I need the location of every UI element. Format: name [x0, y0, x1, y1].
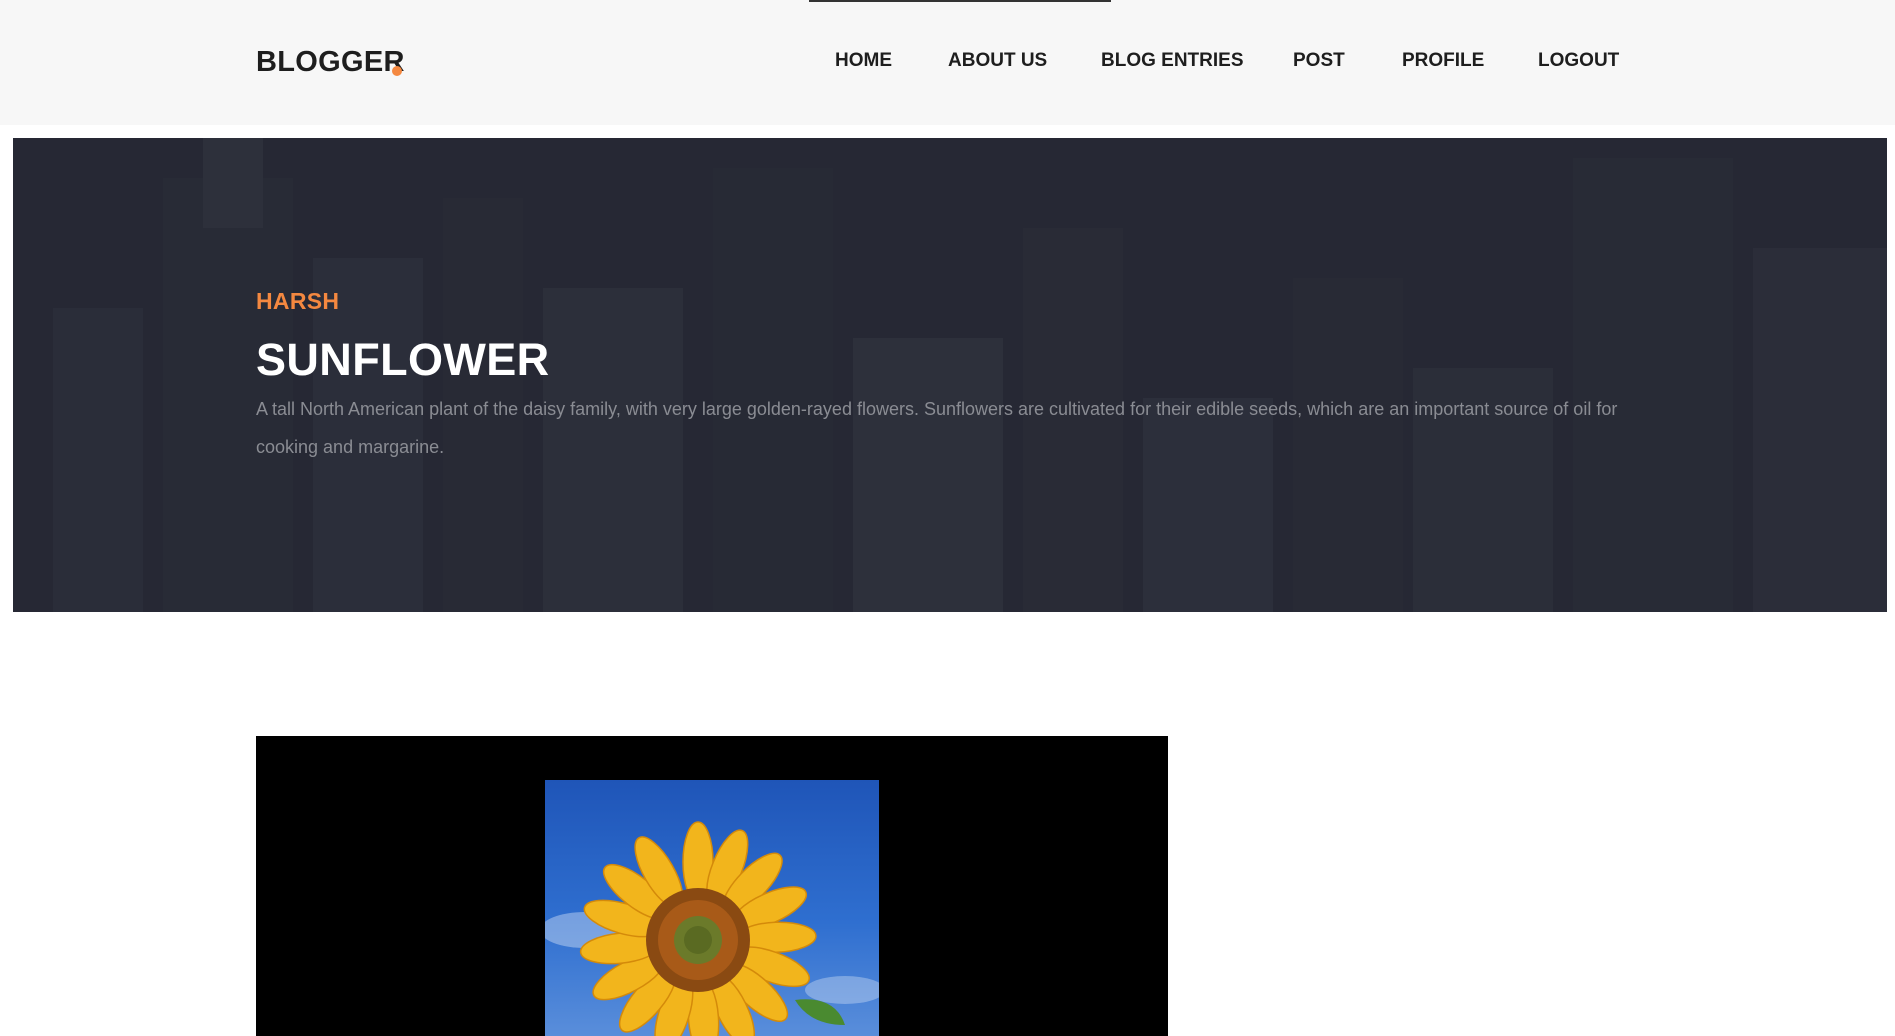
site-header: BLOGGER HOME ABOUT US BLOG ENTRIES POST …: [0, 0, 1895, 125]
brand-dot-icon: [392, 66, 402, 76]
nav-post[interactable]: POST: [1293, 50, 1345, 72]
nav-home[interactable]: HOME: [835, 50, 892, 72]
brand-logo[interactable]: BLOGGER: [256, 46, 405, 79]
nav-blog-entries[interactable]: BLOG ENTRIES: [1101, 50, 1244, 72]
hero-banner: HARSH SUNFLOWER A tall North American pl…: [13, 138, 1887, 612]
sunflower-icon: [545, 821, 879, 1036]
nav-profile[interactable]: PROFILE: [1402, 50, 1484, 72]
post-author[interactable]: HARSH: [256, 288, 339, 315]
nav-about-us[interactable]: ABOUT US: [948, 50, 1047, 72]
post-title: SUNFLOWER: [256, 334, 550, 385]
top-indicator-line: [809, 0, 1111, 2]
post-description: A tall North American plant of the daisy…: [256, 399, 1618, 457]
sunflower-image: [545, 780, 879, 1036]
nav-logout[interactable]: LOGOUT: [1538, 50, 1619, 72]
post-image-frame: [256, 736, 1168, 1036]
